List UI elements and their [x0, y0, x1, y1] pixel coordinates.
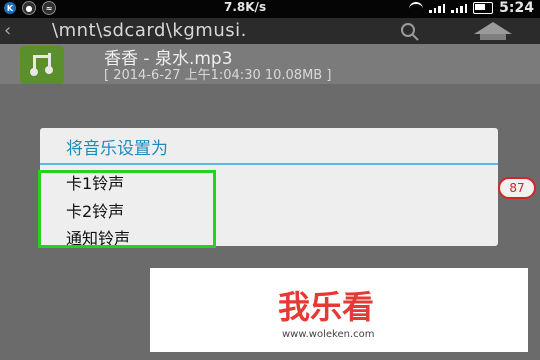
network-speed: 7.8K/s	[224, 0, 267, 14]
search-icon[interactable]	[398, 20, 422, 44]
status-left-icons: K ● ≈	[4, 1, 56, 15]
home-icon[interactable]	[472, 20, 514, 42]
current-path: \mnt\sdcard\kgmusi.	[52, 20, 247, 41]
notification-icon: ●	[22, 1, 36, 15]
k-badge-icon: K	[4, 2, 16, 14]
count-badge: 87	[498, 177, 536, 199]
file-row[interactable]: 香香 - 泉水.mp3 [ 2014-6-27 上午1:04:30 10.08M…	[0, 44, 540, 84]
status-right-icons: 5:24	[409, 0, 534, 16]
signal-icon	[429, 3, 446, 13]
clock: 5:24	[499, 0, 534, 16]
battery-icon	[473, 2, 494, 14]
watermark-url: www.woleken.com	[282, 329, 375, 340]
network-icon: ≈	[42, 1, 56, 15]
file-meta: [ 2014-6-27 上午1:04:30 10.08MB ]	[104, 68, 332, 83]
watermark-logo: 我乐看	[278, 288, 375, 326]
back-chevron-icon[interactable]: ‹	[4, 20, 11, 41]
wifi-icon	[409, 2, 424, 14]
status-bar: K ● ≈ 7.8K/s 5:24	[0, 0, 540, 18]
watermark: 我乐看 www.woleken.com	[150, 268, 528, 352]
dialog-divider	[40, 163, 498, 165]
path-bar: ‹ \mnt\sdcard\kgmusi.	[0, 18, 540, 44]
highlight-box	[38, 170, 216, 248]
signal-2-icon	[451, 3, 468, 13]
dialog-title: 将音乐设置为	[66, 139, 168, 159]
music-file-icon	[20, 46, 64, 84]
